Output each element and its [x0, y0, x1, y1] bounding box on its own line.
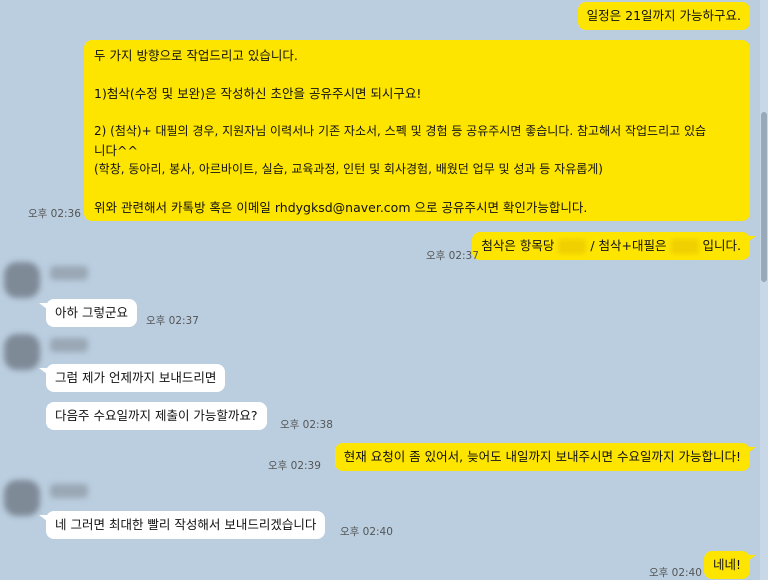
other-message-bubble[interactable]: 아하 그렇군요: [46, 299, 137, 327]
other-message-bubble[interactable]: 다음주 수요일까지 제출이 가능할까요?: [46, 402, 267, 430]
message-timestamp: 오후 02:38: [280, 419, 333, 431]
message-line: 두 가지 방향으로 작업드리고 있습니다.: [94, 48, 298, 63]
redacted-price: [558, 239, 587, 254]
avatar[interactable]: [4, 480, 40, 516]
message-line: 2) (첨삭)+ 대필의 경우, 지원자님 이력서나 기존 자소서, 스펙 및 …: [94, 124, 707, 138]
my-message-bubble[interactable]: 현재 요청이 좀 있어서, 늦어도 내일까지 보내주시면 수요일까지 가능합니다…: [334, 443, 750, 471]
message-text: 첨삭은 항목당: [481, 238, 555, 253]
my-message-bubble[interactable]: 일정은 21일까지 가능하구요.: [577, 2, 750, 30]
message-text: 다음주 수요일까지 제출이 가능할까요?: [55, 408, 258, 423]
message-timestamp: 오후 02:39: [268, 460, 321, 472]
my-message-bubble[interactable]: 네네!: [703, 551, 750, 579]
message-timestamp: 오후 02:36: [28, 208, 81, 220]
message-timestamp: 오후 02:37: [426, 250, 479, 262]
other-message-bubble[interactable]: 그럼 제가 언제까지 보내드리면: [46, 364, 226, 392]
message-line: 위와 관련해서 카톡방 혹은 이메일 rhdygksd@naver.com 으로…: [94, 200, 588, 215]
other-message-bubble[interactable]: 네 그러면 최대한 빨리 작성해서 보내드리겠습니다: [46, 511, 326, 539]
message-timestamp: 오후 02:37: [146, 315, 199, 327]
my-message-bubble[interactable]: 두 가지 방향으로 작업드리고 있습니다. 1)첨삭(수정 및 보완)은 작성하…: [84, 40, 750, 221]
message-text: 현재 요청이 좀 있어서, 늦어도 내일까지 보내주시면 수요일까지 가능합니다…: [343, 449, 741, 464]
sender-name: [50, 266, 88, 280]
message-text: 일정은 21일까지 가능하구요.: [586, 8, 741, 23]
message-text: / 첨삭+대필은: [590, 238, 667, 253]
my-message-bubble[interactable]: 첨삭은 항목당 / 첨삭+대필은 입니다.: [472, 232, 750, 260]
message-text: 그럼 제가 언제까지 보내드리면: [55, 370, 217, 385]
scrollbar-thumb[interactable]: [761, 112, 767, 282]
message-line: 1)첨삭(수정 및 보완)은 작성하신 초안을 공유주시면 되시구요!: [94, 86, 422, 101]
message-timestamp: 오후 02:40: [340, 526, 393, 538]
scrollbar-track[interactable]: [760, 0, 768, 580]
avatar[interactable]: [4, 262, 40, 298]
message-text: 입니다.: [702, 238, 741, 253]
sender-name: [50, 484, 88, 498]
message-timestamp: 오후 02:40: [649, 567, 702, 579]
message-line: (학창, 동아리, 봉사, 아르바이트, 실습, 교육과정, 인턴 및 회사경험…: [94, 162, 603, 176]
message-text: 네 그러면 최대한 빨리 작성해서 보내드리겠습니다: [55, 517, 317, 532]
avatar[interactable]: [4, 334, 40, 370]
message-text: 네네!: [712, 557, 741, 572]
message-text: 아하 그렇군요: [55, 305, 128, 320]
redacted-price: [670, 239, 699, 254]
message-line: 니다^^: [94, 143, 138, 158]
sender-name: [50, 338, 88, 352]
